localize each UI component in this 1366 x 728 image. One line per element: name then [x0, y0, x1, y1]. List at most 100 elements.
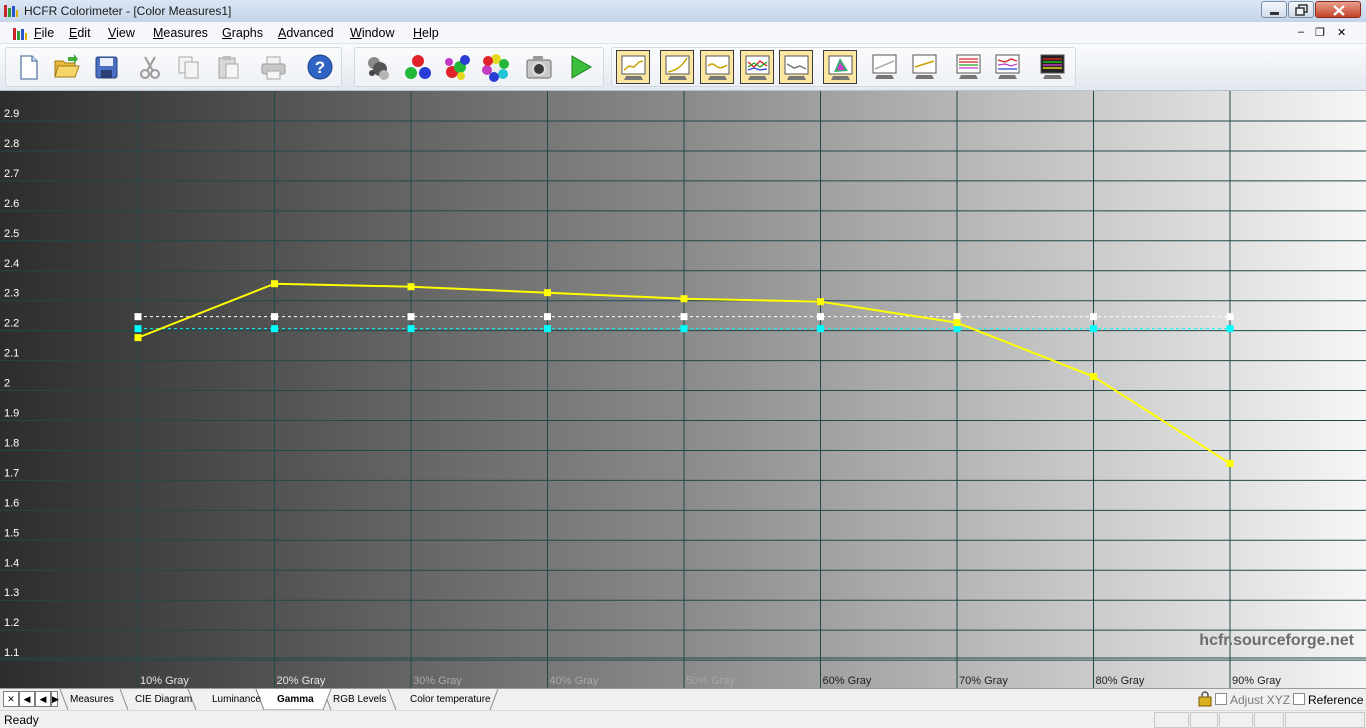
menu-advanced[interactable]: Advanced: [278, 26, 334, 40]
menu-bar: File Edit View Measures Graphs Advanced …: [0, 22, 1366, 44]
series-reference-point: [544, 313, 551, 321]
app-icon: [4, 5, 18, 17]
series-target-point: [271, 325, 278, 333]
luminance-graph-icon: [705, 55, 730, 80]
adjust-xyz-checkbox[interactable]: [1215, 693, 1227, 705]
sensor-button[interactable]: [361, 50, 395, 84]
tab-color-temperature[interactable]: Color temperature: [410, 694, 491, 705]
series-target-point: [953, 325, 961, 333]
graph-b-button[interactable]: [908, 50, 942, 84]
gamma-chart-svg: 2.9 2.8 2.7 2.6 2.5 2.4 2.3 2.2 2.1 2 1.9 1.8 1.7 1.6…: [0, 91, 1366, 688]
graph-e-button[interactable]: [1036, 50, 1070, 84]
graph-luminance-button[interactable]: [700, 50, 734, 84]
series-target-point: [1090, 325, 1097, 333]
y-tick-label: 2.7: [4, 168, 19, 180]
series-measured-point: [407, 283, 415, 291]
series-reference-point: [1090, 313, 1097, 321]
y-tick-label: 2.3: [4, 288, 19, 300]
series-target-point: [680, 325, 688, 333]
camera-button[interactable]: [522, 50, 556, 84]
graph-a-icon: [872, 54, 897, 79]
menu-edit[interactable]: Edit: [69, 26, 91, 40]
toolbar: ?: [0, 44, 1366, 91]
tab-luminance[interactable]: Luminance: [212, 694, 261, 705]
graph-e-icon: [1040, 54, 1065, 79]
y-tick-label: 2.8: [4, 138, 19, 150]
maximize-button[interactable]: [1288, 1, 1314, 18]
graph-d-button[interactable]: [991, 50, 1025, 84]
multi-color-button[interactable]: [440, 50, 474, 84]
series-measured-point: [953, 319, 961, 327]
camera-icon: [526, 56, 552, 79]
help-button[interactable]: ?: [303, 50, 337, 84]
series-target-point: [1226, 325, 1234, 333]
y-tick-label: 1.4: [4, 557, 19, 569]
series-reference-point: [680, 313, 688, 321]
tab-close-button[interactable]: ✕: [3, 691, 19, 707]
graph-a-button[interactable]: [868, 50, 902, 84]
tab-gamma[interactable]: Gamma: [277, 694, 314, 705]
cut-button[interactable]: [133, 50, 167, 84]
y-tick-label: 2.4: [4, 258, 19, 270]
document-icon: [13, 28, 27, 40]
menu-file[interactable]: File: [34, 26, 54, 40]
x-tick-label: 80% Gray: [1096, 675, 1145, 687]
graph-color-temp-button[interactable]: [779, 50, 813, 84]
x-tick-label: 60% Gray: [823, 675, 872, 687]
tab-next-button[interactable]: ▶: [51, 691, 59, 707]
paste-button[interactable]: [211, 50, 245, 84]
y-tick-label: 2: [4, 378, 10, 390]
menu-window[interactable]: Window: [350, 26, 394, 40]
reference-checkbox[interactable]: [1293, 693, 1305, 705]
lock-icon[interactable]: [1197, 691, 1213, 707]
series-measured-point: [134, 334, 142, 342]
x-tick-label: 50% Gray: [686, 675, 735, 687]
graph-gamma-button[interactable]: [660, 50, 694, 84]
tab-bar: ✕ ◀ ◀ ▶ Measures CIE Diagram Luminance G…: [0, 688, 1366, 711]
tab-first-button[interactable]: ◀: [19, 691, 35, 707]
graph-gray-scale-button[interactable]: [616, 50, 650, 84]
y-tick-label: 1.9: [4, 408, 19, 420]
graph-rgb-button[interactable]: [740, 50, 774, 84]
series-measured-point: [1226, 459, 1234, 467]
gamma-chart: 2.9 2.8 2.7 2.6 2.5 2.4 2.3 2.2 2.1 2 1.9 1.8 1.7 1.6…: [0, 91, 1366, 688]
x-tick-label: 90% Gray: [1232, 675, 1281, 687]
menu-graphs[interactable]: Graphs: [222, 26, 263, 40]
series-measured-point: [680, 295, 688, 303]
status-panel-5: [1285, 712, 1365, 728]
open-folder-button[interactable]: [49, 50, 83, 84]
x-tick-label: 70% Gray: [959, 675, 1008, 687]
tab-cie-diagram[interactable]: CIE Diagram: [135, 694, 192, 705]
rgb-patterns-button[interactable]: [401, 50, 435, 84]
color-wheel-button[interactable]: [479, 50, 513, 84]
menu-help[interactable]: Help: [413, 26, 439, 40]
graph-cie-button[interactable]: [823, 50, 857, 84]
y-tick-label: 1.6: [4, 497, 19, 509]
tab-prev-button[interactable]: ◀: [35, 691, 51, 707]
series-reference-point: [817, 313, 824, 321]
print-button[interactable]: [256, 50, 290, 84]
series-target-point: [134, 325, 142, 333]
mdi-restore-button[interactable]: ❐: [1315, 26, 1325, 39]
color-wheel-icon: [482, 54, 509, 82]
save-button[interactable]: [89, 50, 123, 84]
status-panel-3: [1219, 712, 1253, 728]
y-tick-label: 1.5: [4, 527, 19, 539]
minimize-button[interactable]: [1261, 1, 1287, 18]
tab-rgb-levels[interactable]: RGB Levels: [333, 694, 386, 705]
tab-measures[interactable]: Measures: [70, 694, 114, 705]
series-measured-point: [544, 289, 551, 297]
y-tick-label: 2.2: [4, 318, 19, 330]
mdi-close-button[interactable]: ✕: [1337, 26, 1346, 39]
menu-view[interactable]: View: [108, 26, 135, 40]
close-button[interactable]: [1315, 1, 1361, 18]
graph-c-button[interactable]: [952, 50, 986, 84]
mdi-minimize-button[interactable]: –: [1298, 26, 1304, 38]
menu-measures[interactable]: Measures: [153, 26, 208, 40]
copy-button[interactable]: [171, 50, 205, 84]
x-tick-label: 40% Gray: [550, 675, 599, 687]
play-button[interactable]: [563, 50, 597, 84]
graph-b-icon: [912, 54, 937, 79]
new-file-button[interactable]: [11, 50, 45, 84]
series-target-point: [544, 325, 551, 333]
